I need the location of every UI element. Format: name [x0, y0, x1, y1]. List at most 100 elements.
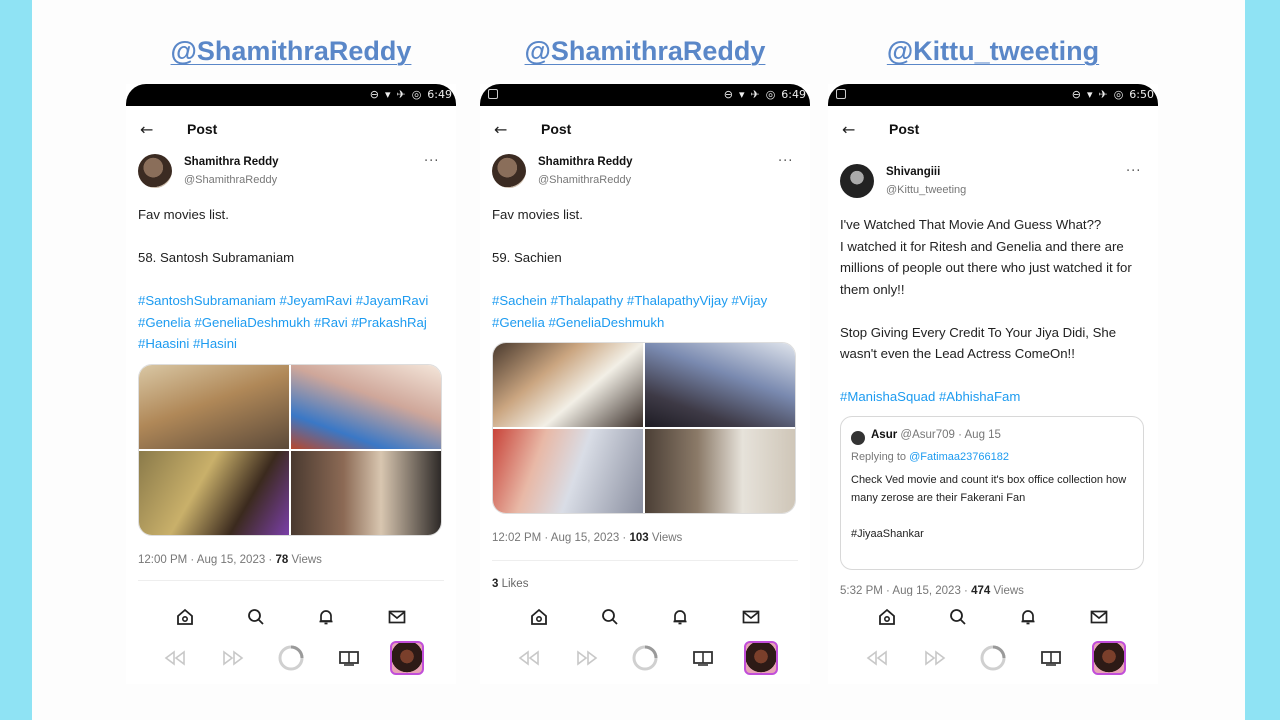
- author-name[interactable]: Shamithra Reddy: [538, 156, 633, 168]
- loading-spinner-icon: [976, 641, 1010, 675]
- profile-avatar[interactable]: [390, 641, 424, 675]
- divider: [138, 580, 444, 581]
- replying-to: Replying to @Fatimaa23766182: [851, 451, 1009, 463]
- wifi-icon: ▾: [1086, 88, 1093, 101]
- notifications-bell-icon[interactable]: [1017, 606, 1039, 628]
- post-image[interactable]: [645, 343, 795, 427]
- post-image[interactable]: [493, 429, 643, 513]
- arrow-left-icon[interactable]: ←: [140, 120, 153, 139]
- post-text: I've Watched That Movie And Guess What??…: [840, 217, 1132, 361]
- arrow-left-icon[interactable]: ←: [494, 120, 507, 139]
- panel-handle-label[interactable]: @ShamithraReddy: [480, 36, 810, 67]
- bottom-nav: [126, 606, 456, 632]
- rewind-icon[interactable]: [512, 641, 546, 675]
- views-count: 103: [629, 532, 649, 544]
- divider: [492, 560, 798, 561]
- likes-count[interactable]: 3 Likes: [492, 578, 528, 590]
- media-controls: [126, 640, 456, 676]
- profile-avatar[interactable]: [744, 641, 778, 675]
- post-hashtags[interactable]: #Sachein #Thalapathy #ThalapathyVijay #V…: [492, 290, 802, 333]
- screenshot-panel-1: @ShamithraReddy ⊖ ▾ ✈ ◎ 6:49 ← Post Sham…: [126, 0, 456, 720]
- wifi-icon: ▾: [384, 88, 391, 101]
- slide-canvas: @ShamithraReddy ⊖ ▾ ✈ ◎ 6:49 ← Post Sham…: [32, 0, 1245, 720]
- wifi-icon: ▾: [738, 88, 745, 101]
- airplane-icon: ✈: [750, 88, 760, 101]
- profile-avatar[interactable]: [1092, 641, 1126, 675]
- status-time: 6:50: [1129, 88, 1154, 101]
- post-header: ← Post: [828, 120, 1158, 140]
- post-timestamp: 5:32 PM · Aug 15, 2023 · 474 Views: [840, 585, 1024, 596]
- gallery-icon: [836, 89, 846, 99]
- cast-screen-icon[interactable]: [686, 641, 720, 675]
- rewind-icon[interactable]: [860, 641, 894, 675]
- post-image[interactable]: [645, 429, 795, 513]
- rewind-icon[interactable]: [158, 641, 192, 675]
- post-image[interactable]: [139, 451, 289, 535]
- home-icon[interactable]: [876, 606, 898, 628]
- fast-forward-icon[interactable]: [918, 641, 952, 675]
- author-avatar[interactable]: [492, 154, 526, 188]
- phone-screen: ⊖ ▾ ✈ ◎ 6:49 ← Post Shamithra Reddy @Sha…: [126, 84, 456, 684]
- post-image-grid[interactable]: [492, 342, 796, 514]
- author-handle[interactable]: @ShamithraReddy: [184, 174, 277, 186]
- more-options-icon[interactable]: ···: [778, 154, 793, 169]
- bottom-nav: [828, 606, 1158, 632]
- post-hashtags[interactable]: #SantoshSubramaniam #JeyamRavi #JayamRav…: [138, 290, 448, 355]
- do-not-disturb-icon: ⊖: [369, 88, 379, 101]
- author-avatar[interactable]: [840, 164, 874, 198]
- status-time: 6:49: [427, 88, 452, 101]
- fast-forward-icon[interactable]: [216, 641, 250, 675]
- media-controls: [828, 640, 1158, 676]
- author-handle[interactable]: @Kittu_tweeting: [886, 184, 966, 196]
- author-name[interactable]: Shivangiii: [886, 166, 940, 178]
- views-count: 474: [971, 585, 991, 596]
- alarm-icon: ◎: [1113, 88, 1124, 101]
- status-bar: ⊖ ▾ ✈ ◎ 6:49: [126, 84, 456, 106]
- views-count: 78: [275, 554, 289, 566]
- post-title: Post: [889, 121, 920, 137]
- notifications-bell-icon[interactable]: [315, 606, 337, 628]
- post-timestamp: 12:00 PM · Aug 15, 2023 · 78 Views: [138, 554, 322, 566]
- airplane-icon: ✈: [396, 88, 406, 101]
- do-not-disturb-icon: ⊖: [723, 88, 733, 101]
- alarm-icon: ◎: [765, 88, 776, 101]
- post-image-grid[interactable]: [138, 364, 442, 536]
- post-image[interactable]: [139, 365, 289, 449]
- search-icon[interactable]: [599, 606, 621, 628]
- loading-spinner-icon: [274, 641, 308, 675]
- messages-envelope-icon[interactable]: [386, 606, 408, 628]
- arrow-left-icon[interactable]: ←: [842, 120, 855, 139]
- panel-handle-label[interactable]: @Kittu_tweeting: [828, 36, 1158, 67]
- cast-screen-icon[interactable]: [332, 641, 366, 675]
- post-image[interactable]: [291, 365, 441, 449]
- search-icon[interactable]: [245, 606, 267, 628]
- panel-handle-label[interactable]: @ShamithraReddy: [126, 36, 456, 67]
- more-options-icon[interactable]: ···: [424, 154, 439, 169]
- home-icon[interactable]: [528, 606, 550, 628]
- author-name[interactable]: Shamithra Reddy: [184, 156, 279, 168]
- post-text: Fav movies list. 58. Santosh Subramaniam: [138, 207, 295, 265]
- post-image[interactable]: [493, 343, 643, 427]
- quoted-tweet[interactable]: Asur @Asur709 · Aug 15 Replying to @Fati…: [840, 416, 1144, 570]
- messages-envelope-icon[interactable]: [1088, 606, 1110, 628]
- post-image[interactable]: [291, 451, 441, 535]
- cast-screen-icon[interactable]: [1034, 641, 1068, 675]
- search-icon[interactable]: [947, 606, 969, 628]
- airplane-icon: ✈: [1098, 88, 1108, 101]
- status-bar: ⊖ ▾ ✈ ◎ 6:50: [828, 84, 1158, 106]
- fast-forward-icon[interactable]: [570, 641, 604, 675]
- home-icon[interactable]: [174, 606, 196, 628]
- phone-screen: ⊖ ▾ ✈ ◎ 6:49 ← Post Shamithra Reddy @Sha…: [480, 84, 810, 684]
- notifications-bell-icon[interactable]: [669, 606, 691, 628]
- author-handle[interactable]: @ShamithraReddy: [538, 174, 631, 186]
- gallery-icon: [488, 89, 498, 99]
- bottom-nav: [480, 606, 810, 632]
- messages-envelope-icon[interactable]: [740, 606, 762, 628]
- status-time: 6:49: [781, 88, 806, 101]
- author-avatar[interactable]: [138, 154, 172, 188]
- post-text: Fav movies list. 59. Sachien: [492, 207, 583, 265]
- more-options-icon[interactable]: ···: [1126, 164, 1141, 179]
- post-hashtags[interactable]: #ManishaSquad #AbhishaFam: [840, 386, 1150, 408]
- post-header: ← Post: [126, 120, 456, 140]
- post-header: ← Post: [480, 120, 810, 140]
